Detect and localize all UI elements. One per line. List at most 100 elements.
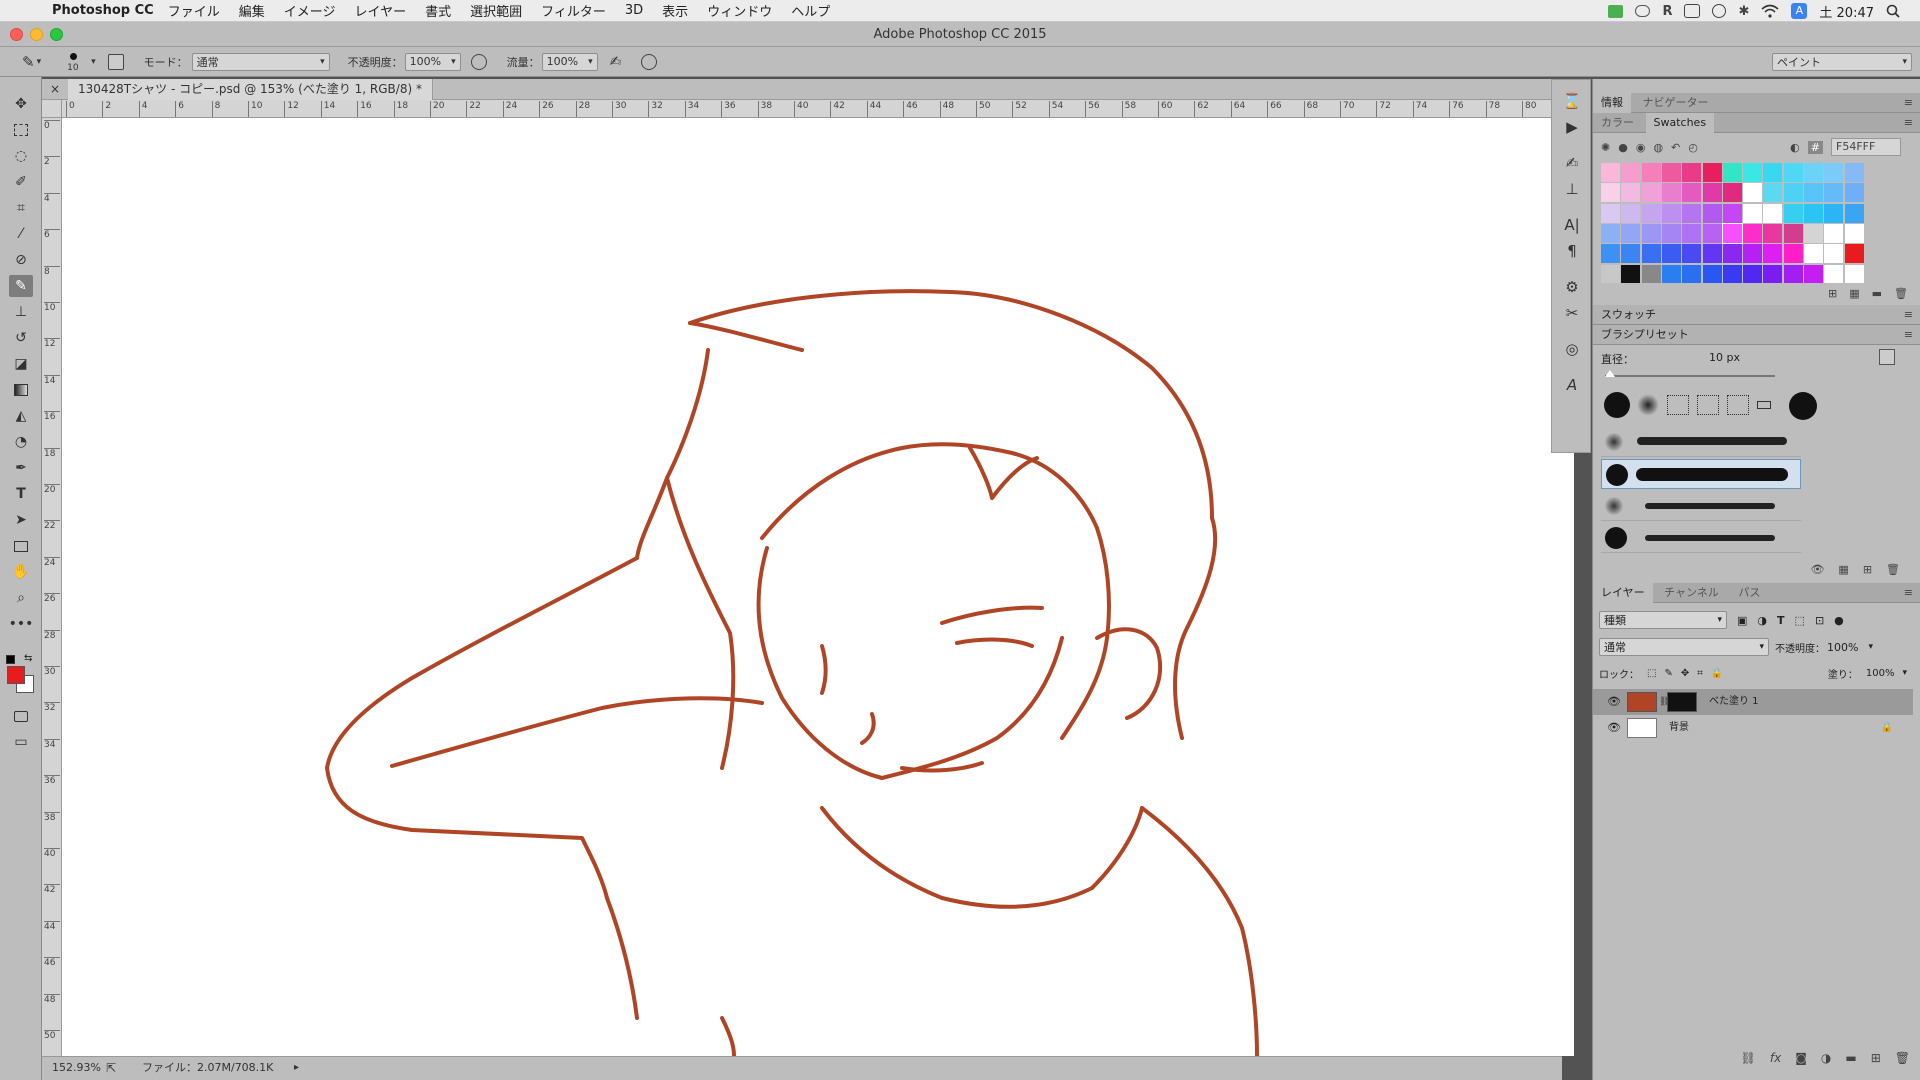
- swatch[interactable]: [1682, 163, 1702, 182]
- brush-tip-splatter[interactable]: [1697, 395, 1719, 415]
- swatch[interactable]: [1722, 264, 1742, 283]
- tool-preset-picker[interactable]: ✎: [22, 53, 35, 71]
- swatch[interactable]: [1641, 163, 1661, 182]
- tab-info[interactable]: 情報: [1593, 93, 1631, 113]
- brush-tool-icon[interactable]: ✎: [9, 275, 33, 297]
- swatch[interactable]: [1844, 223, 1864, 243]
- eyedropper-icon[interactable]: ◐: [1790, 141, 1800, 154]
- document-canvas[interactable]: [62, 118, 1574, 1056]
- chevron-down-icon[interactable]: ▾: [1902, 668, 1907, 678]
- swatch-selected[interactable]: [1721, 222, 1743, 244]
- swatch[interactable]: [1824, 163, 1844, 182]
- swatch[interactable]: [1844, 244, 1864, 264]
- brush-preset-item[interactable]: [1601, 523, 1801, 553]
- brush-preset-new-icon[interactable]: [1879, 349, 1895, 365]
- brush-tip-splatter[interactable]: [1667, 395, 1689, 415]
- pressure-opacity-icon[interactable]: [470, 53, 487, 70]
- layer-color-thumbnail[interactable]: [1627, 692, 1657, 712]
- swatch[interactable]: [1601, 223, 1620, 243]
- layer-name[interactable]: 背景: [1669, 715, 1689, 741]
- swatch[interactable]: [1804, 244, 1823, 264]
- brush-preset-item[interactable]: [1601, 427, 1801, 457]
- swatch[interactable]: [1682, 223, 1702, 243]
- lock-transparent-icon[interactable]: ⬚: [1647, 668, 1656, 679]
- lock-image-icon[interactable]: ✎: [1664, 668, 1672, 679]
- brush-tip-soft[interactable]: [1637, 394, 1659, 416]
- menu-type[interactable]: 書式: [425, 1, 451, 20]
- gradient-tool-icon[interactable]: [9, 379, 33, 401]
- lock-artboard-icon[interactable]: ⌗: [1697, 668, 1703, 679]
- swatch[interactable]: [1621, 244, 1641, 264]
- hex-hash-icon[interactable]: #: [1807, 140, 1823, 154]
- swatch[interactable]: [1763, 183, 1783, 203]
- marquee-tool-icon[interactable]: [9, 119, 33, 141]
- mode-dropdown[interactable]: 通常 ▾: [191, 52, 330, 71]
- adjustment-layer-icon[interactable]: ◑: [1821, 1051, 1831, 1065]
- visibility-eye-icon[interactable]: 👁: [1607, 715, 1621, 741]
- swatch[interactable]: [1702, 163, 1722, 182]
- layer-mask-thumbnail[interactable]: [1667, 692, 1697, 712]
- swatch[interactable]: [1702, 264, 1722, 283]
- brush-size-picker[interactable]: 10: [65, 49, 91, 75]
- swatch[interactable]: [1661, 183, 1681, 203]
- tab-navigator[interactable]: ナビゲーター: [1635, 93, 1717, 113]
- brush-preset-item-selected[interactable]: [1601, 459, 1801, 489]
- fill-value[interactable]: 100%: [1866, 668, 1895, 679]
- lasso-tool-icon[interactable]: ◌: [9, 145, 33, 167]
- app-menu[interactable]: Photoshop CC: [52, 3, 154, 18]
- clone-stamp-tool-icon[interactable]: ⊥: [9, 301, 33, 323]
- layer-thumbnail[interactable]: [1627, 718, 1657, 738]
- close-window-button[interactable]: [10, 28, 23, 41]
- opacity-field[interactable]: 100% ▾: [404, 52, 461, 71]
- actions-panel-icon[interactable]: ▶: [1560, 116, 1584, 138]
- filter-type-icon[interactable]: T: [1777, 614, 1785, 627]
- menu-layer[interactable]: レイヤー: [354, 1, 406, 20]
- swatch[interactable]: [1702, 203, 1722, 223]
- menu-window[interactable]: ウィンドウ: [707, 1, 772, 20]
- swatch[interactable]: [1722, 203, 1742, 223]
- swatch[interactable]: [1661, 264, 1681, 283]
- swatch[interactable]: [1783, 244, 1803, 264]
- menu-help[interactable]: ヘルプ: [791, 1, 830, 20]
- brush-size-value-field[interactable]: 10 px: [1709, 351, 1740, 364]
- paragraph-panel-icon[interactable]: ¶: [1560, 240, 1584, 262]
- swap-colors-icon[interactable]: ⇆: [24, 653, 32, 664]
- brush-tip-large[interactable]: [1789, 392, 1817, 420]
- share-icon[interactable]: ⇱: [106, 1057, 116, 1079]
- swatch[interactable]: [1621, 163, 1641, 182]
- slider-handle[interactable]: [1605, 370, 1615, 377]
- swatch[interactable]: [1763, 264, 1783, 283]
- screen-mode-icon[interactable]: ▭: [9, 731, 33, 753]
- layer-filter-dropdown[interactable]: 種類 ▾: [1599, 611, 1727, 629]
- swatch[interactable]: [1722, 183, 1742, 203]
- history-color-icon[interactable]: ↶: [1671, 141, 1680, 154]
- swatch[interactable]: [1702, 223, 1722, 243]
- filter-smart-icon[interactable]: ⊡: [1815, 614, 1824, 627]
- brush-tip-splatter[interactable]: [1727, 395, 1749, 415]
- swatch[interactable]: [1783, 203, 1803, 223]
- pen-tool-icon[interactable]: ✒: [9, 457, 33, 479]
- tab-layers[interactable]: レイヤー: [1593, 583, 1653, 603]
- zoom-field[interactable]: 152.93%: [52, 1057, 101, 1079]
- color-wheel-icon[interactable]: ✺: [1601, 141, 1610, 154]
- swatch[interactable]: [1763, 163, 1783, 182]
- wifi-icon[interactable]: [1761, 4, 1779, 18]
- pressure-size-icon[interactable]: [641, 53, 658, 70]
- swatch[interactable]: [1601, 203, 1620, 223]
- chevron-down-icon[interactable]: ▾: [1868, 642, 1873, 652]
- blend-mode-dropdown[interactable]: 通常 ▾: [1599, 638, 1769, 656]
- swatch[interactable]: [1641, 183, 1661, 203]
- link-layers-icon[interactable]: ⛓: [1741, 1051, 1756, 1065]
- creative-cloud-icon[interactable]: [1712, 4, 1727, 18]
- filter-shape-icon[interactable]: ⬚: [1795, 614, 1805, 627]
- swatch[interactable]: [1743, 163, 1763, 182]
- trash-icon[interactable]: 🗑: [1895, 1051, 1910, 1065]
- swatch[interactable]: [1641, 203, 1661, 223]
- brush-tip-square[interactable]: [1757, 401, 1771, 409]
- swatch[interactable]: [1804, 264, 1823, 283]
- panel-menu-icon[interactable]: ≡: [1904, 308, 1913, 321]
- clone-source-icon[interactable]: ⊥: [1560, 178, 1584, 200]
- layer-opacity-value[interactable]: 100%: [1827, 641, 1858, 654]
- spotlight-icon[interactable]: [1886, 4, 1900, 18]
- swatch[interactable]: [1601, 183, 1620, 203]
